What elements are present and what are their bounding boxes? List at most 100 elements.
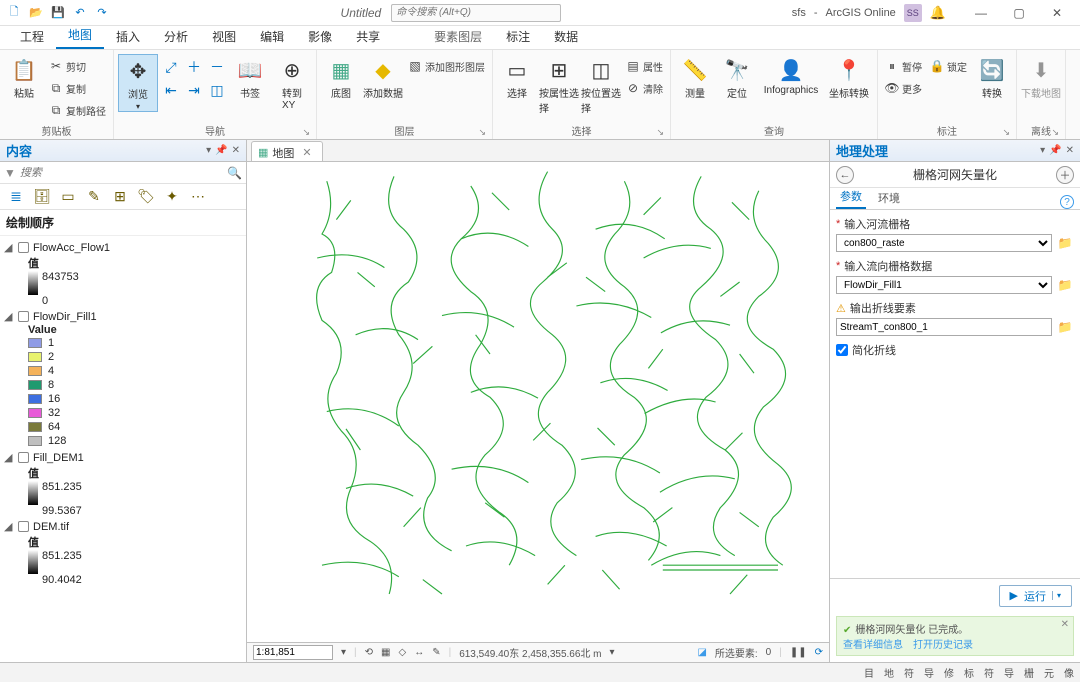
coord-convert-button[interactable]: 📍坐标转换 [825, 54, 873, 100]
symbol-swatch[interactable] [28, 338, 42, 348]
tab-edit[interactable]: 编辑 [248, 25, 296, 49]
explore-button[interactable]: ✥浏览▾ [118, 54, 158, 112]
list-selection-icon[interactable]: ▭ [58, 187, 78, 207]
redo-icon[interactable]: ↷ [94, 5, 110, 21]
autohide-icon[interactable]: ▾ [1040, 145, 1045, 156]
pin-icon[interactable]: 📌 [215, 145, 227, 156]
layer-checkbox[interactable] [18, 521, 29, 532]
input-flowdir-raster[interactable]: FlowDir_Fill1 [836, 276, 1052, 294]
add-graphics-layer-button[interactable]: ▧添加图形图层 [405, 56, 488, 76]
dialog-launcher-icon[interactable]: ↘ [1051, 127, 1059, 138]
copy-path-button[interactable]: ⧉复制路径 [46, 100, 109, 120]
list-snapping-icon[interactable]: ⊞ [110, 187, 130, 207]
tab-project[interactable]: 工程 [8, 25, 56, 49]
symbol-swatch[interactable] [28, 380, 42, 390]
zoom-selection-icon[interactable]: ◫ [206, 79, 228, 101]
status-item[interactable]: 元 [1044, 665, 1054, 680]
run-button[interactable]: ▶运行▾ [999, 585, 1072, 607]
list-drawing-order-icon[interactable]: ≣ [6, 187, 26, 207]
map-tab[interactable]: ▦地图✕ [251, 141, 323, 161]
scale-dropdown-icon[interactable]: ▾ [341, 647, 346, 658]
layer-name[interactable]: FlowDir_Fill1 [33, 311, 97, 323]
layer-name[interactable]: DEM.tif [33, 521, 69, 533]
paste-button[interactable]: 📋粘贴 [4, 54, 44, 100]
symbol-swatch[interactable] [28, 366, 42, 376]
contents-search-input[interactable] [20, 167, 223, 179]
refresh-icon[interactable]: ⟳ [815, 647, 823, 658]
fixed-zoom-out-icon[interactable]: － [206, 56, 228, 78]
filter-icon[interactable]: ▼ [4, 166, 16, 180]
basemap-button[interactable]: ▦底图 [321, 54, 361, 100]
dynamic-constraints-icon[interactable]: ↔ [414, 647, 424, 658]
simplify-checkbox[interactable] [836, 344, 848, 356]
lock-labels-button[interactable]: 🔒锁定 [927, 56, 970, 76]
maximize-button[interactable]: ▢ [1002, 3, 1036, 23]
undo-icon[interactable]: ↶ [72, 5, 88, 21]
prev-extent-icon[interactable]: ⇤ [160, 79, 182, 101]
symbol-swatch[interactable] [28, 394, 42, 404]
pin-icon[interactable]: 📌 [1049, 145, 1061, 156]
copy-button[interactable]: ⧉复制 [46, 78, 109, 98]
layer-name[interactable]: Fill_DEM1 [33, 452, 84, 464]
layer-name[interactable]: FlowAcc_Flow1 [33, 242, 110, 254]
symbol-swatch[interactable] [28, 422, 42, 432]
status-item[interactable]: 地 [884, 665, 894, 680]
next-extent-icon[interactable]: ⇥ [183, 79, 205, 101]
tab-map[interactable]: 地图 [56, 23, 104, 49]
collapse-icon[interactable]: ◢ [4, 520, 14, 533]
status-item[interactable]: 标 [964, 665, 974, 680]
close-tab-icon[interactable]: ✕ [302, 146, 311, 159]
infographics-button[interactable]: 👤Infographics [759, 54, 823, 96]
attributes-button[interactable]: ▤属性 [623, 56, 666, 76]
correction-icon[interactable]: ✎ [432, 647, 440, 658]
open-project-icon[interactable]: 📂 [28, 5, 44, 21]
tab-feature-layer[interactable]: 要素图层 [422, 25, 494, 49]
status-item[interactable]: 像 [1064, 665, 1074, 680]
rotation-icon[interactable]: ⟲ [365, 647, 373, 658]
select-button[interactable]: ▭选择 [497, 54, 537, 100]
list-labeling-icon[interactable]: 🏷 [136, 187, 156, 207]
command-search-input[interactable] [391, 4, 561, 22]
convert-labels-button[interactable]: 🔄转换 [972, 54, 1012, 100]
coord-dropdown-icon[interactable]: ▾ [610, 647, 615, 658]
scale-input[interactable] [253, 645, 333, 660]
download-map-button[interactable]: ⬇下载地图 [1021, 54, 1061, 100]
bookmarks-button[interactable]: 📖书签 [230, 54, 270, 100]
cut-button[interactable]: ✂剪切 [46, 56, 109, 76]
layer-checkbox[interactable] [18, 311, 29, 322]
layer-checkbox[interactable] [18, 242, 29, 253]
status-item[interactable]: 符 [984, 665, 994, 680]
pause-labels-button[interactable]: ⏸暂停 [882, 56, 925, 76]
minimize-button[interactable]: — [964, 3, 998, 23]
browse-icon[interactable]: 📁 [1056, 276, 1074, 294]
layer-checkbox[interactable] [18, 452, 29, 463]
locate-button[interactable]: 🔭定位 [717, 54, 757, 100]
output-polyline[interactable] [836, 318, 1052, 336]
view-details-link[interactable]: 查看详细信息 [843, 640, 903, 651]
tab-analysis[interactable]: 分析 [152, 25, 200, 49]
symbol-swatch[interactable] [28, 352, 42, 362]
snap-icon[interactable]: ◇ [398, 647, 406, 658]
select-by-attr-button[interactable]: ⊞按属性选择 [539, 54, 579, 115]
list-source-icon[interactable]: 🗄 [32, 187, 52, 207]
tab-data[interactable]: 数据 [542, 25, 590, 49]
symbol-swatch[interactable] [28, 436, 42, 446]
collapse-icon[interactable]: ◢ [4, 310, 14, 323]
tab-labeling[interactable]: 标注 [494, 25, 542, 49]
symbol-swatch[interactable] [28, 408, 42, 418]
dismiss-icon[interactable]: ✕ [1061, 619, 1069, 630]
selection-chip-icon[interactable]: ◪ [697, 647, 706, 658]
status-item[interactable]: 栅 [1024, 665, 1034, 680]
dialog-launcher-icon[interactable]: ↘ [656, 127, 664, 138]
autohide-icon[interactable]: ▾ [206, 145, 211, 156]
close-pane-icon[interactable]: ✕ [1066, 145, 1074, 156]
tab-insert[interactable]: 插入 [104, 25, 152, 49]
browse-icon[interactable]: 📁 [1056, 234, 1074, 252]
tab-imagery[interactable]: 影像 [296, 25, 344, 49]
list-perspective-icon[interactable]: ✦ [162, 187, 182, 207]
browse-icon[interactable]: 📁 [1056, 318, 1074, 336]
add-favorite-icon[interactable]: ＋ [1056, 166, 1074, 184]
add-data-button[interactable]: ◆添加数据 [363, 54, 403, 100]
status-item[interactable]: 目 [864, 665, 874, 680]
tab-environments[interactable]: 环境 [874, 188, 904, 209]
